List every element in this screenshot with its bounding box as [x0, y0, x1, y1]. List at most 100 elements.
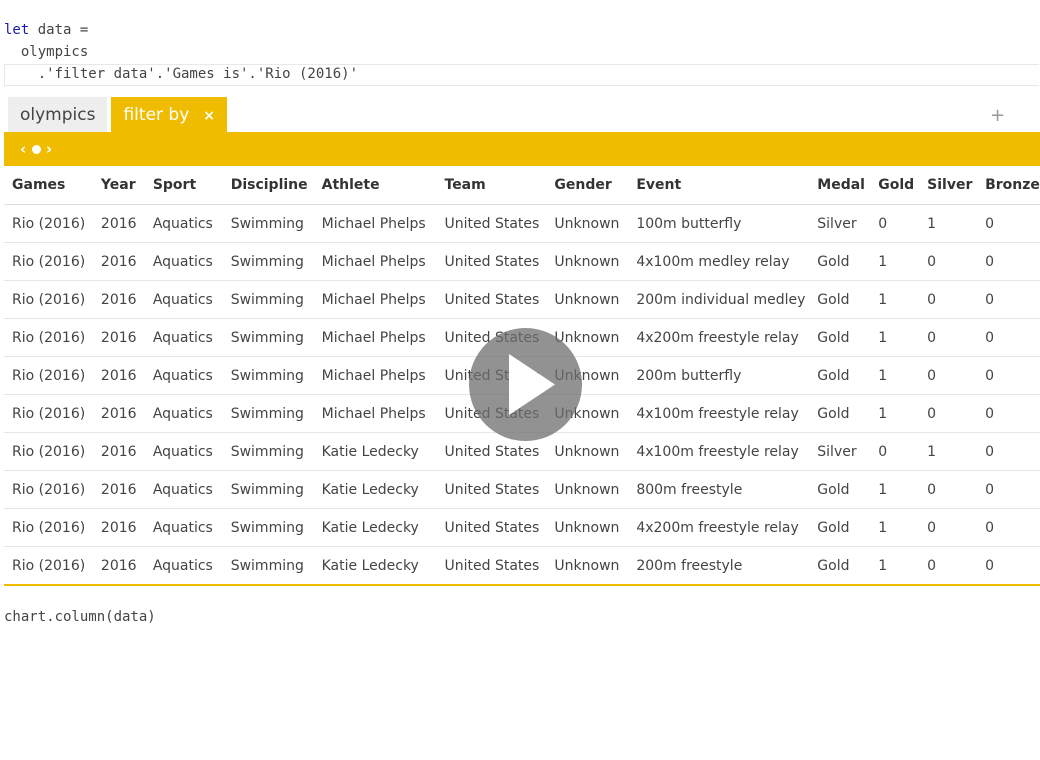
table-cell-medal: Gold — [809, 508, 871, 547]
add-tab-icon[interactable]: + — [990, 105, 1005, 127]
table-cell-discipline: Swimming — [222, 470, 314, 509]
table-cell-medal: Gold — [809, 242, 871, 281]
table-cell-gold: 1 — [870, 394, 920, 433]
table-cell-sport: Aquatics — [144, 280, 223, 319]
table-cell-team: United States — [436, 546, 547, 586]
table-cell-gender: Unknown — [546, 204, 629, 243]
column-header-gender[interactable]: Gender — [546, 166, 629, 205]
code-text: data = — [29, 22, 89, 38]
table-cell-bronze: 0 — [977, 508, 1040, 547]
table-cell-games: Rio (2016) — [4, 280, 93, 319]
table-cell-event: 200m butterfly — [628, 356, 810, 395]
table-cell-medal: Gold — [809, 356, 871, 395]
table-cell-silver: 0 — [919, 508, 978, 547]
code-line-1[interactable]: let data = — [4, 19, 88, 41]
table-row[interactable]: Rio (2016) 2016 Aquatics Swimming Katie Lede… — [4, 470, 1040, 509]
table-cell-gold: 1 — [870, 356, 920, 395]
table-cell-gold: 1 — [870, 280, 920, 319]
table-cell-games: Rio (2016) — [4, 394, 93, 433]
table-cell-silver: 0 — [919, 242, 978, 281]
table-row[interactable]: Rio (2016) 2016 Aquatics Swimming Michael Ph… — [4, 280, 1040, 319]
column-header-games[interactable]: Games — [4, 166, 93, 205]
table-cell-sport: Aquatics — [144, 470, 223, 509]
table-cell-event: 4x200m freestyle relay — [628, 508, 810, 547]
table-cell-gold: 0 — [870, 432, 920, 471]
table-cell-gender: Unknown — [546, 508, 629, 547]
table-cell-year: 2016 — [92, 470, 145, 509]
play-button[interactable] — [469, 328, 582, 441]
table-cell-athlete: Michael Phelps — [313, 204, 437, 243]
table-cell-event: 4x100m freestyle relay — [628, 394, 810, 433]
table-row[interactable]: Rio (2016) 2016 Aquatics Swimming Katie Lede… — [4, 546, 1040, 586]
table-cell-athlete: Katie Ledecky — [313, 470, 437, 509]
table-header-row: Games Year Sport Discipline Athlete Team Gende… — [4, 166, 1040, 205]
table-cell-event: 200m freestyle — [628, 546, 810, 586]
table-cell-year: 2016 — [92, 204, 145, 243]
column-header-discipline[interactable]: Discipline — [222, 166, 314, 205]
table-cell-discipline: Swimming — [222, 204, 314, 243]
table-cell-team: United States — [436, 470, 547, 509]
table-cell-team: United States — [436, 242, 547, 281]
table-row[interactable]: Rio (2016) 2016 Aquatics Swimming Michael Ph… — [4, 242, 1040, 281]
table-cell-bronze: 0 — [977, 546, 1040, 586]
table-cell-event: 4x100m freestyle relay — [628, 432, 810, 471]
table-cell-team: United States — [436, 508, 547, 547]
table-cell-medal: Silver — [809, 204, 871, 243]
chevron-left-icon[interactable]: ‹ — [20, 140, 26, 158]
table-cell-bronze: 0 — [977, 280, 1040, 319]
table-row[interactable]: Rio (2016) 2016 Aquatics Swimming Michael Ph… — [4, 204, 1040, 243]
table-cell-team: United States — [436, 204, 547, 243]
table-cell-games: Rio (2016) — [4, 546, 93, 586]
tab-label: olympics — [20, 105, 96, 125]
table-cell-bronze: 0 — [977, 356, 1040, 395]
table-cell-gender: Unknown — [546, 280, 629, 319]
chevron-right-icon[interactable]: › — [46, 140, 52, 158]
table-cell-medal: Gold — [809, 470, 871, 509]
column-header-athlete[interactable]: Athlete — [313, 166, 437, 205]
column-header-bronze[interactable]: Bronze — [977, 166, 1040, 205]
table-row[interactable]: Rio (2016) 2016 Aquatics Swimming Katie Lede… — [4, 508, 1040, 547]
table-cell-sport: Aquatics — [144, 546, 223, 586]
column-header-sport[interactable]: Sport — [144, 166, 223, 205]
table-cell-discipline: Swimming — [222, 280, 314, 319]
table-cell-athlete: Michael Phelps — [313, 394, 437, 433]
table-cell-sport: Aquatics — [144, 356, 223, 395]
table-cell-athlete: Michael Phelps — [313, 318, 437, 357]
table-cell-gold: 1 — [870, 318, 920, 357]
column-header-year[interactable]: Year — [92, 166, 145, 205]
code-line-2[interactable]: olympics — [4, 41, 88, 63]
table-cell-silver: 0 — [919, 546, 978, 586]
table-cell-year: 2016 — [92, 432, 145, 471]
table-cell-silver: 0 — [919, 394, 978, 433]
table-cell-silver: 0 — [919, 280, 978, 319]
table-cell-games: Rio (2016) — [4, 318, 93, 357]
table-cell-bronze: 0 — [977, 394, 1040, 433]
table-cell-medal: Gold — [809, 318, 871, 357]
column-header-silver[interactable]: Silver — [919, 166, 978, 205]
table-cell-athlete: Katie Ledecky — [313, 432, 437, 471]
table-cell-medal: Gold — [809, 280, 871, 319]
tab-filter-by[interactable]: filter by × — [111, 97, 228, 132]
dot-icon[interactable] — [32, 145, 41, 154]
table-cell-bronze: 0 — [977, 470, 1040, 509]
code-line-chart[interactable]: chart.column(data) — [4, 606, 156, 628]
tab-olympics[interactable]: olympics — [8, 97, 108, 132]
column-header-event[interactable]: Event — [628, 166, 810, 205]
table-cell-gender: Unknown — [546, 546, 629, 586]
code-line-3[interactable]: .'filter data'.'Games is'.'Rio (2016)' — [4, 63, 358, 85]
table-cell-gold: 1 — [870, 546, 920, 586]
table-cell-year: 2016 — [92, 394, 145, 433]
column-header-team[interactable]: Team — [436, 166, 547, 205]
column-header-gold[interactable]: Gold — [870, 166, 920, 205]
table-cell-event: 4x100m medley relay — [628, 242, 810, 281]
code-keyword: let — [4, 22, 30, 38]
play-icon — [509, 354, 555, 415]
table-cell-year: 2016 — [92, 546, 145, 586]
table-cell-bronze: 0 — [977, 242, 1040, 281]
table-cell-event: 100m butterfly — [628, 204, 810, 243]
table-cell-games: Rio (2016) — [4, 242, 93, 281]
column-header-medal[interactable]: Medal — [809, 166, 871, 205]
table-cell-gold: 1 — [870, 242, 920, 281]
table-cell-team: United States — [436, 280, 547, 319]
close-icon[interactable]: × — [203, 108, 215, 124]
